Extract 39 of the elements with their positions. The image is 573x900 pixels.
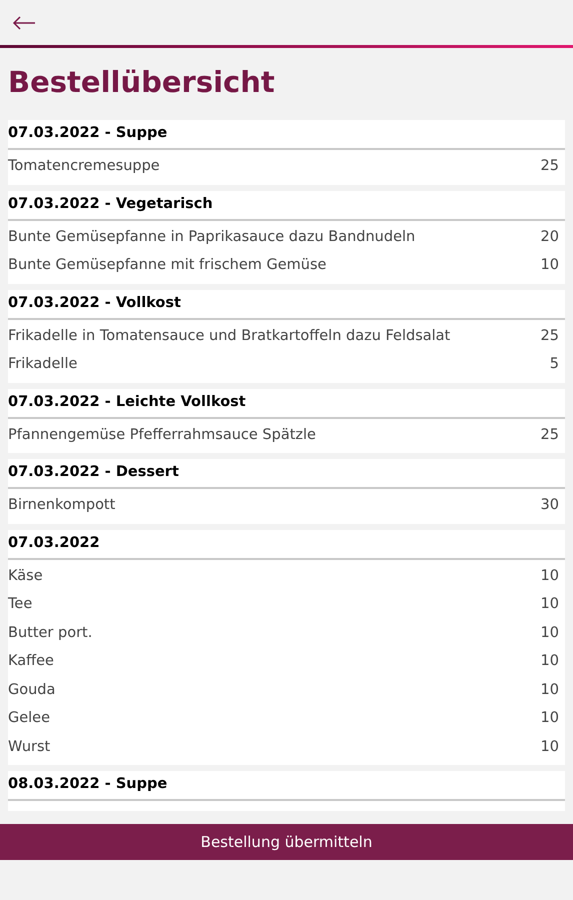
dish-name: Tee [8,595,32,614]
group-heading: 07.03.2022 - Vegetarisch [8,194,213,214]
back-arrow-icon [12,16,36,30]
dish-quantity: 10 [540,652,560,672]
group-heading: 07.03.2022 - Vollkost [8,294,181,313]
dish-quantity: 10 [540,680,560,700]
dish-quantity: 5 [550,355,560,374]
dish-quantity: 25 [540,157,560,176]
dish-name: Birnenkompott [8,496,116,516]
dish-name: Kaffee [8,652,54,672]
dish-name: Tomatencremesuppe [8,157,160,176]
group-heading: 08.03.2022 - Suppe [8,775,168,794]
page-title: Bestellübersicht [7,64,276,101]
dish-name: Bunte Gemüsepfanne in Paprikasauce dazu Bandnudeln [8,228,416,247]
group-heading: 07.03.2022 [8,534,100,553]
dish-quantity: 10 [540,738,560,757]
dish-name: Butter port. [8,624,92,643]
dish-name: Pfannengemüse Pfefferrahmsauce Spätzle [8,426,316,445]
dish-quantity: 10 [540,566,560,586]
dish-quantity: 10 [540,256,560,276]
group-heading: 07.03.2022 - Dessert [8,463,179,482]
dish-name: Frikadelle in Tomatensauce und Bratkartoffeln dazu Feldsalat [8,326,450,346]
dish-name: Gelee [8,709,50,728]
dish-name: Wurst [8,738,50,757]
submit-order-button[interactable]: Bestellung übermitteln [0,824,573,860]
dish-quantity: 25 [540,326,560,346]
dish-name: Frikadelle [8,355,78,374]
dish-name: Käse [8,566,43,586]
dish-name: Gouda [8,680,56,700]
back-button[interactable] [12,16,36,30]
dish-quantity: 30 [540,496,560,516]
dish-quantity: 10 [540,595,560,614]
dish-quantity: 10 [540,709,560,728]
dish-name: Bunte Gemüsepfanne mit frischem Gemüse [8,256,326,276]
dish-quantity: 10 [540,624,560,643]
group-heading: 07.03.2022 - Suppe [8,124,168,144]
group-heading: 07.03.2022 - Leichte Vollkost [8,392,246,412]
dish-quantity: 25 [540,426,560,445]
dish-quantity: 20 [540,228,560,247]
